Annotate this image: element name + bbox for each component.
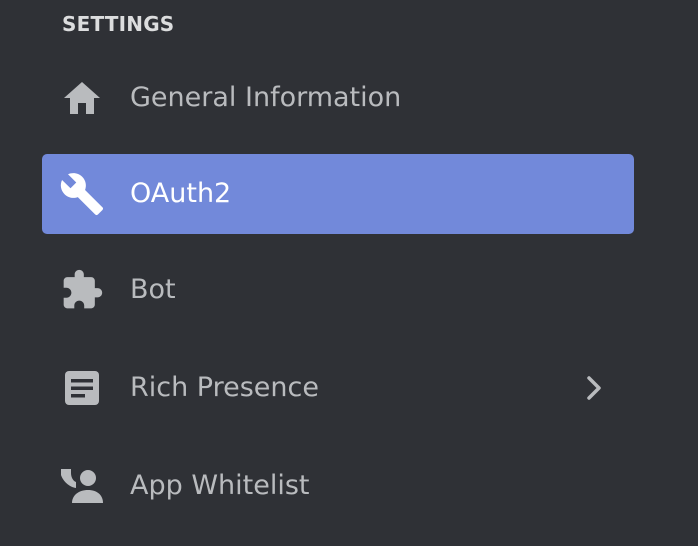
sidebar-item-label: Rich Presence <box>130 372 319 403</box>
sidebar-item-label: App Whitelist <box>130 470 310 501</box>
sidebar-item-bot[interactable]: Bot <box>42 250 634 330</box>
home-icon <box>58 78 106 118</box>
chevron-right-icon[interactable] <box>582 374 606 402</box>
sidebar-item-label: General Information <box>130 82 402 113</box>
user-card-icon <box>58 466 106 506</box>
section-header-settings: SETTINGS <box>62 12 175 36</box>
sidebar-item-rich-presence[interactable]: Rich Presence <box>42 348 634 428</box>
sidebar-item-app-whitelist[interactable]: App Whitelist <box>42 446 634 526</box>
puzzle-icon <box>58 269 106 310</box>
sidebar-item-oauth2[interactable]: OAuth2 <box>42 154 634 234</box>
document-icon <box>58 368 106 408</box>
sidebar-item-general-information[interactable]: General Information <box>42 58 634 138</box>
settings-sidebar: SETTINGS General Information OAuth2 Bot <box>0 0 698 546</box>
wrench-icon <box>58 173 106 216</box>
sidebar-item-label: OAuth2 <box>130 178 232 209</box>
sidebar-item-label: Bot <box>130 274 176 305</box>
